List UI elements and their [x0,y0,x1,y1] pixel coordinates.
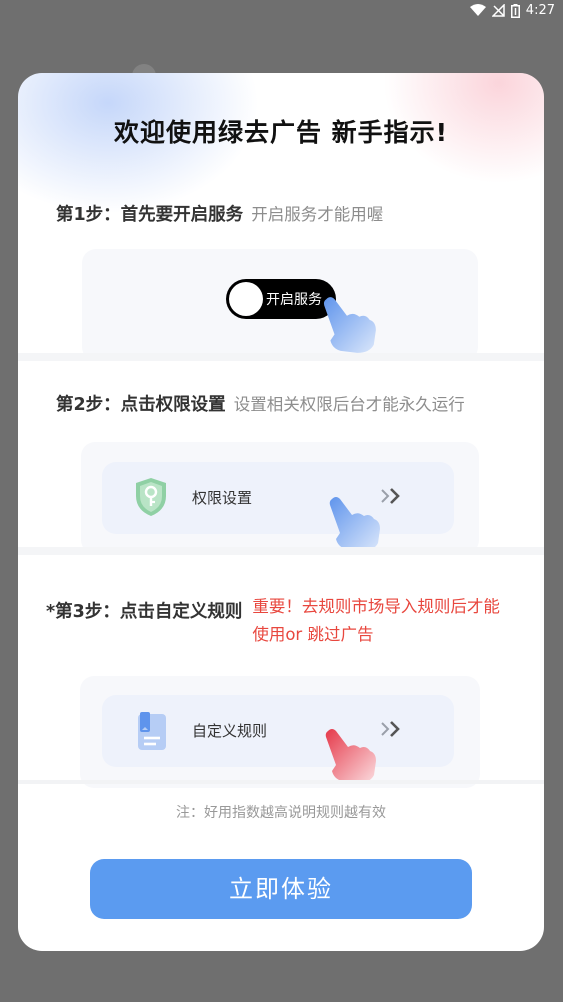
status-icons: 4:27 [469,3,555,18]
permission-settings-item[interactable]: 权限设置 [102,462,454,534]
step1-header: 第1步：首先要开启服务 开启服务才能用喔 [56,201,383,226]
shield-key-icon [136,478,166,516]
footnote: 注：好用指数越高说明规则越有效 [176,805,386,821]
status-bar: 4:27 [0,0,563,24]
status-time: 4:27 [525,3,555,18]
dialog-title: 欢迎使用绿去广告 新手指示! [113,118,449,147]
pointing-hand-icon [325,729,376,783]
signal-off-icon [491,4,505,17]
document-icon [138,712,166,750]
toggle-label: 开启服务 [266,292,322,308]
step2-hint: 设置相关权限后台才能永久运行 [233,395,465,414]
step3-header: *第3步：点击自定义规则 重要！去规则市场导入规则后才能使用or 跳过广告 [46,597,500,649]
wifi-icon [469,4,486,16]
pointing-hand-icon [323,297,376,353]
chevron-right-icon [381,721,400,737]
guide-dialog: 欢迎使用绿去广告 新手指示! 第1步：首先要开启服务 开启服务才能用喔 开启服务… [18,73,544,951]
permission-settings-label: 权限设置 [192,489,253,507]
step3-label: *第3步：点击自定义规则 [46,602,243,622]
pointing-hand-icon [329,497,380,551]
step1-label: 第1步：首先要开启服务 [56,205,244,225]
divider [18,780,544,784]
divider [18,547,544,555]
step3-hint: 重要！去规则市场导入规则后才能使用or 跳过广告 [252,597,500,644]
step2-label: 第2步：点击权限设置 [56,395,226,415]
battery-icon [510,3,520,18]
step1-hint: 开启服务才能用喔 [251,205,384,224]
start-experience-button[interactable]: 立即体验 [90,859,472,919]
step2-header: 第2步：点击权限设置 设置相关权限后台才能永久运行 [56,391,465,416]
toggle-knob [229,282,263,316]
custom-rules-item[interactable]: 自定义规则 [102,695,454,767]
divider [18,353,544,361]
custom-rules-label: 自定义规则 [192,722,268,740]
